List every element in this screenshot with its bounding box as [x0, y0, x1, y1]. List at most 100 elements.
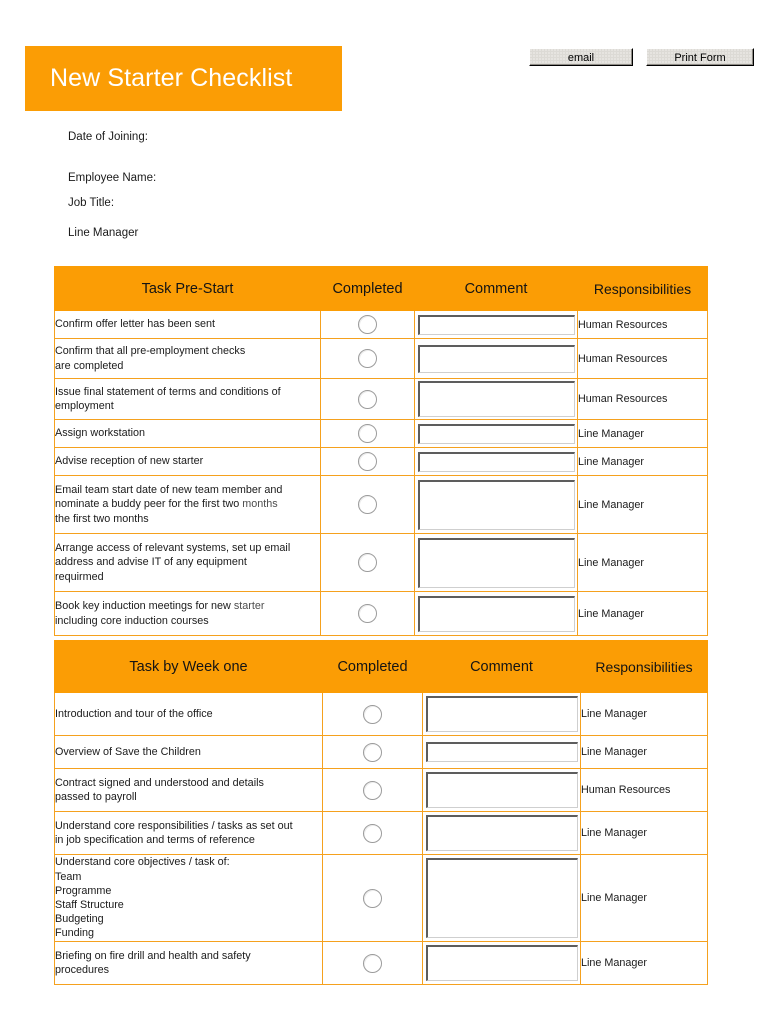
comment-input[interactable] [418, 314, 575, 335]
line-manager-label: Line Manager [68, 227, 139, 239]
date-of-joining-label: Date of Joining: [68, 131, 148, 143]
comment-cell [414, 475, 578, 534]
completed-radio-button[interactable] [358, 315, 377, 334]
column-header-responsibilities: Responsibilities [580, 640, 708, 693]
job-title-label: Job Title: [68, 197, 115, 209]
comment-input[interactable] [418, 451, 575, 472]
task-description-emphasis: starter [230, 600, 265, 613]
completed-radio-button[interactable] [358, 349, 377, 368]
column-header-comment: Comment [422, 640, 581, 693]
completed-radio-button[interactable] [363, 780, 382, 800]
table-row: Email team start date of new team member… [54, 475, 708, 534]
responsibility-owner: Line Manager [577, 475, 708, 534]
table-row: Contract signed and understood and detai… [54, 768, 708, 812]
completed-radio-button[interactable] [363, 742, 382, 762]
print-form-button[interactable]: Print Form [646, 48, 754, 66]
comment-cell [422, 735, 581, 769]
completed-radio-button[interactable] [358, 495, 377, 514]
responsibility-owner: Line Manager [577, 533, 708, 592]
completed-cell [320, 419, 415, 448]
responsibility-owner: Line Manager [577, 447, 708, 476]
responsibility-owner: Line Manager [580, 854, 708, 942]
completed-cell [322, 941, 423, 985]
email-button[interactable]: email [529, 48, 633, 66]
completed-cell [320, 475, 415, 534]
column-header-comment: Comment [414, 266, 578, 311]
table-row: Introduction and tour of the office Line … [54, 692, 708, 736]
completed-cell [320, 378, 415, 420]
completed-cell [320, 447, 415, 476]
task-description: Advise reception of new starter [54, 447, 321, 476]
completed-cell [322, 768, 423, 812]
column-header-completed: Completed [320, 266, 415, 311]
comment-cell [414, 338, 578, 379]
task-pre-start-table: Task Pre-Start Completed Comment Respons… [54, 266, 708, 636]
document-page: email Print Form New Starter Checklist D… [0, 0, 770, 1024]
comment-input[interactable] [426, 772, 578, 808]
completed-radio-button[interactable] [358, 553, 377, 572]
completed-cell [320, 533, 415, 592]
task-description: Issue final statement of terms and condi… [54, 378, 321, 420]
comment-input[interactable] [426, 742, 578, 762]
responsibility-owner: Human Resources [580, 768, 708, 812]
comment-input[interactable] [418, 537, 575, 588]
comment-input[interactable] [426, 945, 578, 981]
comment-cell [414, 447, 578, 476]
comment-cell [414, 533, 578, 592]
table-row: Confirm that all pre-employment checks ar… [54, 338, 708, 379]
completed-cell [322, 854, 423, 942]
completed-cell [322, 735, 423, 769]
task-description: Understand core responsibilities / tasks… [54, 811, 323, 855]
responsibility-owner: Line Manager [580, 811, 708, 855]
completed-radio-button[interactable] [358, 452, 377, 471]
comment-cell [414, 591, 578, 636]
table-row: Understand core responsibilities / tasks… [54, 811, 708, 855]
completed-radio-button[interactable] [358, 424, 377, 443]
completed-radio-button[interactable] [363, 888, 382, 908]
task-description: Confirm offer letter has been sent [54, 310, 321, 339]
task-description: Arrange access of relevant systems, set … [54, 533, 321, 592]
task-description: Briefing on fire drill and health and sa… [54, 941, 323, 985]
table-header-row: Task Pre-Start Completed Comment Respons… [54, 266, 708, 311]
comment-input[interactable] [418, 381, 575, 417]
column-header-task: Task by Week one [54, 640, 323, 693]
comment-input[interactable] [426, 815, 578, 851]
responsibility-owner: Human Resources [577, 338, 708, 379]
employee-details: Date of Joining: Employee Name: Job Titl… [68, 131, 488, 240]
task-description: Email team start date of new team member… [54, 475, 321, 534]
completed-radio-button[interactable] [363, 704, 382, 724]
completed-cell [320, 310, 415, 339]
column-header-task: Task Pre-Start [54, 266, 321, 311]
completed-radio-button[interactable] [363, 823, 382, 843]
comment-cell [422, 692, 581, 736]
table-row: Briefing on fire drill and health and sa… [54, 941, 708, 985]
comment-input[interactable] [426, 696, 578, 732]
table-row: Assign workstation Line Manager [54, 419, 708, 448]
form-toolbar: email Print Form [529, 48, 754, 66]
title-banner: New Starter Checklist [25, 46, 342, 111]
comment-input[interactable] [418, 344, 575, 373]
task-description: Confirm that all pre-employment checks ar… [54, 338, 321, 379]
column-header-completed: Completed [322, 640, 423, 693]
task-description: Introduction and tour of the office [54, 692, 323, 736]
responsibility-owner: Line Manager [577, 419, 708, 448]
completed-cell [320, 338, 415, 379]
completed-radio-button[interactable] [358, 604, 377, 623]
table-row: Advise reception of new starter Line Mana… [54, 447, 708, 476]
task-description: Understand core objectives / task of: Tea… [54, 854, 323, 942]
task-description: Book key induction meetings for new star… [54, 591, 321, 636]
comment-input[interactable] [418, 479, 575, 530]
responsibility-owner: Line Manager [580, 692, 708, 736]
completed-radio-button[interactable] [358, 389, 377, 409]
comment-cell [414, 378, 578, 420]
table-row: Overview of Save the Children Line Manage… [54, 735, 708, 769]
table-row: Confirm offer letter has been sent Human … [54, 310, 708, 339]
completed-cell [322, 692, 423, 736]
task-description-emphasis: months [239, 498, 278, 511]
comment-input[interactable] [418, 595, 575, 632]
column-header-responsibilities: Responsibilities [577, 266, 708, 311]
comment-input[interactable] [418, 423, 575, 444]
comment-input[interactable] [426, 858, 578, 938]
table-row: Book key induction meetings for new star… [54, 591, 708, 636]
completed-radio-button[interactable] [363, 953, 382, 973]
